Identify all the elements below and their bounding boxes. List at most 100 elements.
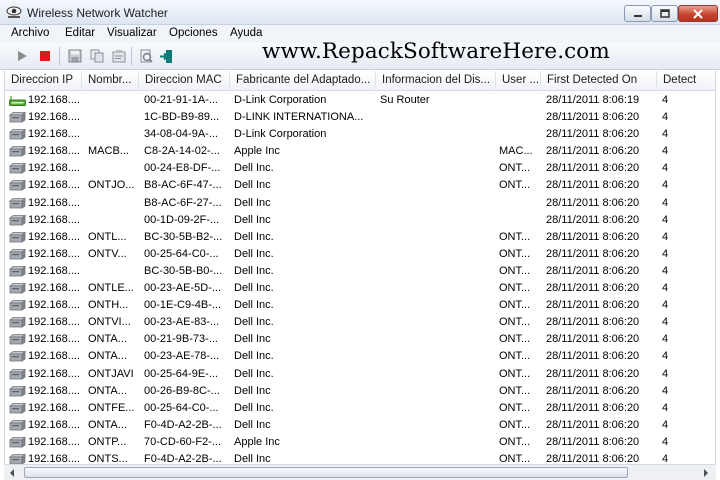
toolbar-separator xyxy=(131,47,132,65)
menu-visualizar[interactable]: Visualizar xyxy=(106,27,158,39)
table-cell: ONTS... xyxy=(88,452,128,464)
table-cell: 00-25-64-9E-... xyxy=(144,367,218,380)
table-cell xyxy=(499,92,539,109)
table-row[interactable]: 192.168.... ONTA... 00-21-9B-73-... Dell In… xyxy=(5,331,715,348)
table-row[interactable]: 192.168.... ONTFE... 00-25-64-C0-... Dell I… xyxy=(5,400,715,417)
table-row[interactable]: 192.168.... ONTVI... 00-23-AE-83-... Dell I… xyxy=(5,314,715,331)
scroll-left-arrow-icon[interactable] xyxy=(4,465,20,480)
table-cell: ONTH... xyxy=(88,299,129,312)
table-cell: 192.168.... xyxy=(28,299,80,312)
column-header-user[interactable]: User ... xyxy=(496,71,541,91)
watermark-text: www.RepackSoftwareHere.com xyxy=(262,39,610,64)
table-cell: 192.168.... xyxy=(28,418,80,431)
column-header-first-detected[interactable]: First Detected On xyxy=(541,71,657,91)
table-cell xyxy=(380,126,495,143)
table-cell: 192.168.... xyxy=(28,162,80,175)
table-cell: 4 xyxy=(662,179,669,192)
table-cell: Apple Inc xyxy=(234,435,280,448)
table-row[interactable]: 192.168.... ONTV... 00-25-64-C0-... Dell In… xyxy=(5,246,715,263)
scrollbar-thumb[interactable] xyxy=(24,467,628,478)
table-row[interactable]: 192.168.... ONTL... BC-30-5B-B2-... Dell In… xyxy=(5,229,715,246)
save-icon[interactable] xyxy=(66,48,84,64)
table-cell xyxy=(380,366,495,383)
table-row[interactable]: 192.168.... 00-21-91-1A-... D-Link Corpora… xyxy=(5,92,715,109)
minimize-button[interactable] xyxy=(624,5,651,22)
table-cell: 28/11/2011 8:06:20 xyxy=(546,111,640,124)
column-header-device-info[interactable]: Informacion del Dis... xyxy=(376,71,496,91)
table-cell xyxy=(88,126,140,143)
column-header-manufacturer[interactable]: Fabricante del Adaptado... xyxy=(230,71,376,91)
properties-icon[interactable] xyxy=(110,48,128,64)
exit-icon[interactable] xyxy=(157,48,175,64)
refresh-icon[interactable] xyxy=(137,48,155,64)
menu-editar[interactable]: Editar xyxy=(64,27,96,39)
table-cell: 28/11/2011 8:06:20 xyxy=(546,367,640,380)
column-header-ip[interactable]: Direccion IP xyxy=(5,71,82,91)
table-cell: 4 xyxy=(662,435,669,448)
menu-ayuda[interactable]: Ayuda xyxy=(229,27,263,39)
table-cell: 28/11/2011 8:06:20 xyxy=(546,145,640,158)
table-cell: 28/11/2011 8:06:20 xyxy=(546,435,640,448)
table-row[interactable]: 192.168.... ONTP... 70-CD-60-F2-... Apple I… xyxy=(5,434,715,451)
table-row[interactable]: 192.168.... ONTA... 00-23-AE-78-... Dell In… xyxy=(5,348,715,365)
table-cell: 4 xyxy=(662,401,669,414)
table-cell: ONTJO... xyxy=(88,179,135,192)
table-header: Direccion IP Nombr... Direccion MAC Fabr… xyxy=(5,71,715,91)
device-list[interactable]: Direccion IP Nombr... Direccion MAC Fabr… xyxy=(4,71,716,464)
maximize-button[interactable] xyxy=(651,5,678,22)
table-row[interactable]: 192.168.... B8-AC-6F-27-... Dell Inc 28/11/… xyxy=(5,195,715,212)
table-row[interactable]: 192.168.... 00-1D-09-2F-... Dell Inc 28/11/… xyxy=(5,212,715,229)
computer-icon xyxy=(8,402,27,414)
table-cell: Dell Inc xyxy=(234,384,271,397)
computer-icon xyxy=(8,385,27,397)
scroll-right-arrow-icon[interactable] xyxy=(698,465,714,480)
table-row[interactable]: 192.168.... 34-08-04-9A-... D-Link Corpora… xyxy=(5,126,715,143)
table-cell xyxy=(380,246,495,263)
copy-icon[interactable] xyxy=(88,48,106,64)
table-cell: Dell Inc. xyxy=(234,162,274,175)
table-row[interactable]: 192.168.... ONTA... 00-26-B9-8C-... Dell In… xyxy=(5,383,715,400)
horizontal-scrollbar[interactable] xyxy=(4,464,716,480)
table-row[interactable]: 192.168.... BC-30-5B-B0-... Dell Inc. ONT..… xyxy=(5,263,715,280)
table-cell: ONT... xyxy=(499,401,531,414)
table-cell: ONT... xyxy=(499,350,531,363)
table-row[interactable]: 192.168.... 1C-BD-B9-89... D-LINK INTERNAT… xyxy=(5,109,715,126)
table-row[interactable]: 192.168.... ONTLE... 00-23-AE-5D-... Dell I… xyxy=(5,280,715,297)
maximize-icon xyxy=(659,9,670,18)
table-row[interactable]: 192.168.... ONTJO... B8-AC-6F-47-... Dell I… xyxy=(5,177,715,194)
table-cell: 4 xyxy=(662,367,669,380)
table-cell: 4 xyxy=(662,128,669,141)
table-cell: 28/11/2011 8:06:20 xyxy=(546,333,640,346)
table-cell xyxy=(499,212,539,229)
menu-archivo[interactable]: Archivo xyxy=(10,27,50,39)
table-row[interactable]: 192.168.... ONTJAVI 00-25-64-9E-... Dell In… xyxy=(5,366,715,383)
table-row[interactable]: 192.168.... MACB... C8-2A-14-02-... Apple I… xyxy=(5,143,715,160)
minimize-icon xyxy=(633,14,642,17)
table-row[interactable]: 192.168.... 00-24-E8-DF-... Dell Inc. ONT..… xyxy=(5,160,715,177)
play-icon[interactable] xyxy=(13,48,31,64)
stop-icon[interactable] xyxy=(36,48,54,64)
table-cell xyxy=(499,195,539,212)
table-cell: ONTA... xyxy=(88,333,127,346)
table-cell: Dell Inc. xyxy=(234,299,274,312)
computer-icon xyxy=(8,453,27,464)
table-cell xyxy=(380,263,495,280)
close-button[interactable] xyxy=(678,5,718,22)
table-cell: 4 xyxy=(662,196,669,209)
table-cell: ONTA... xyxy=(88,384,127,397)
table-cell: ONT... xyxy=(499,384,531,397)
menu-opciones[interactable]: Opciones xyxy=(168,27,219,39)
table-cell: ONTV... xyxy=(88,247,127,260)
table-cell: 4 xyxy=(662,384,669,397)
column-header-name[interactable]: Nombr... xyxy=(82,71,139,91)
table-cell: 4 xyxy=(662,316,669,329)
table-cell: 28/11/2011 8:06:20 xyxy=(546,316,640,329)
table-row[interactable]: 192.168.... ONTS... F0-4D-A2-2B-... Dell In… xyxy=(5,451,715,464)
table-cell: ONT... xyxy=(499,316,531,329)
column-header-detection-count[interactable]: Detect xyxy=(657,71,715,91)
table-cell: F0-4D-A2-2B-... xyxy=(144,452,222,464)
table-row[interactable]: 192.168.... ONTA... F0-4D-A2-2B-... Dell In… xyxy=(5,417,715,434)
table-cell xyxy=(380,434,495,451)
table-row[interactable]: 192.168.... ONTH... 00-1E-C9-4B-... Dell In… xyxy=(5,297,715,314)
column-header-mac[interactable]: Direccion MAC xyxy=(139,71,230,91)
